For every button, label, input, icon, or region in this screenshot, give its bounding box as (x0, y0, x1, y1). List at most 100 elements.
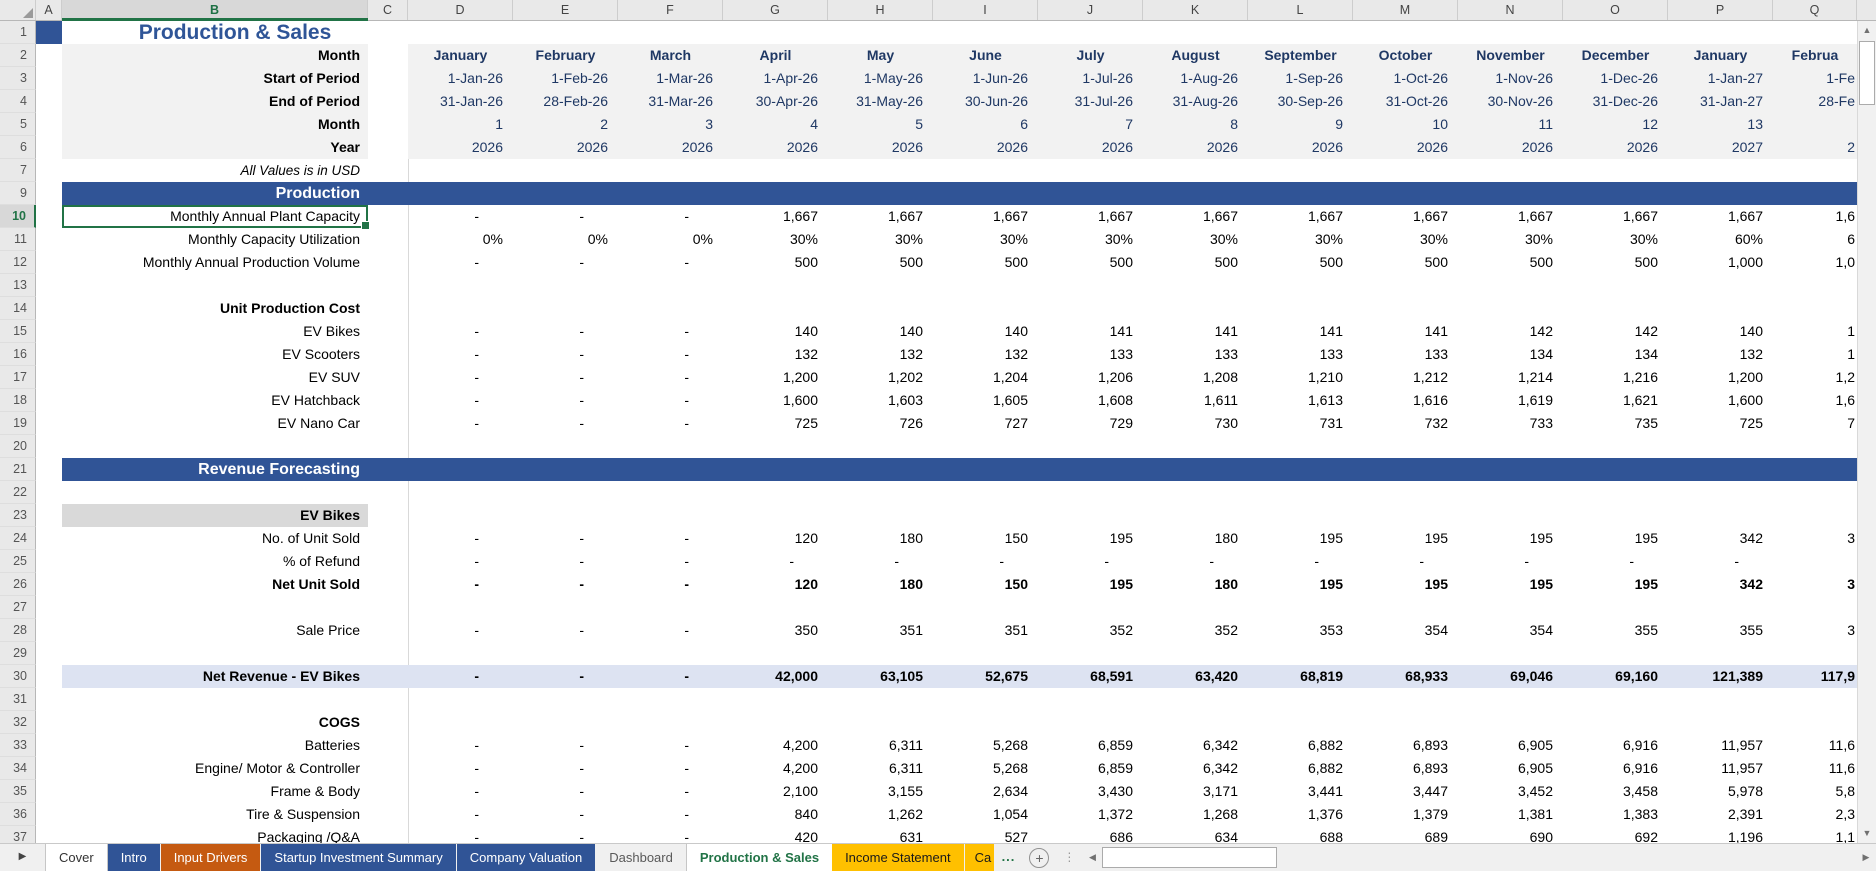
scroll-down-button[interactable]: ▼ (1858, 824, 1876, 843)
row-label[interactable]: EV Bikes (62, 320, 368, 343)
cell[interactable]: 353 (1248, 619, 1353, 642)
cell[interactable]: - (408, 550, 513, 573)
cell[interactable]: 2026 (828, 136, 933, 159)
cell[interactable]: 355 (1668, 619, 1773, 642)
cell[interactable]: 1,616 (1353, 389, 1458, 412)
cell[interactable]: 692 (1563, 826, 1668, 843)
row-label[interactable]: EV Hatchback (62, 389, 368, 412)
column-header-B[interactable]: B (62, 0, 368, 20)
hscroll-right-button[interactable]: ▶ (1856, 852, 1876, 863)
cell[interactable]: 1,6 (1773, 205, 1857, 228)
cell[interactable]: 6,882 (1248, 757, 1353, 780)
cell[interactable]: 1,196 (1668, 826, 1773, 843)
cell[interactable]: 68,591 (1038, 665, 1143, 688)
cell[interactable]: 5,268 (933, 757, 1038, 780)
row-header-30[interactable]: 30 (0, 665, 36, 688)
row-header-20[interactable]: 20 (0, 435, 36, 458)
cell[interactable]: 500 (1458, 251, 1563, 274)
cell[interactable]: - (513, 366, 618, 389)
cell[interactable]: 420 (723, 826, 828, 843)
cell[interactable]: 5,978 (1668, 780, 1773, 803)
cell[interactable]: 2026 (1248, 136, 1353, 159)
sheet-tab-cover[interactable]: Cover (46, 844, 108, 871)
cell[interactable]: - (408, 803, 513, 826)
cell[interactable]: 686 (1038, 826, 1143, 843)
cell[interactable]: 1,667 (828, 205, 933, 228)
cell[interactable]: 3 (1773, 573, 1857, 596)
cell[interactable]: 150 (933, 573, 1038, 596)
cell[interactable]: 1,667 (1668, 205, 1773, 228)
cell[interactable]: 1-Mar-26 (618, 67, 723, 90)
column-header-L[interactable]: L (1248, 0, 1353, 20)
cell[interactable]: June (933, 44, 1038, 67)
cell[interactable]: 2,391 (1668, 803, 1773, 826)
cell[interactable]: 195 (1248, 527, 1353, 550)
cell[interactable]: 1,605 (933, 389, 1038, 412)
cell[interactable]: 688 (1248, 826, 1353, 843)
hscroll-left-button[interactable]: ◀ (1082, 852, 1102, 863)
cell[interactable]: 9 (1248, 113, 1353, 136)
cell[interactable]: 6,882 (1248, 734, 1353, 757)
cell[interactable]: - (1563, 550, 1668, 573)
cell[interactable]: - (513, 619, 618, 642)
row-header-35[interactable]: 35 (0, 780, 36, 803)
cell[interactable]: 30-Sep-26 (1248, 90, 1353, 113)
cell[interactable]: 30% (828, 228, 933, 251)
cell[interactable]: - (1143, 550, 1248, 573)
cell[interactable]: 1,608 (1038, 389, 1143, 412)
cell[interactable]: 1,667 (1038, 205, 1143, 228)
cell[interactable]: Februa (1773, 44, 1857, 67)
column-header-G[interactable]: G (723, 0, 828, 20)
cell[interactable]: 2026 (1038, 136, 1143, 159)
cell[interactable]: November (1458, 44, 1563, 67)
row-header-22[interactable]: 22 (0, 481, 36, 504)
cell[interactable]: - (513, 757, 618, 780)
cell[interactable]: 12 (1563, 113, 1668, 136)
cell[interactable]: - (513, 573, 618, 596)
cell[interactable]: 133 (1038, 343, 1143, 366)
cell[interactable]: 2027 (1668, 136, 1773, 159)
cell[interactable]: 31-May-26 (828, 90, 933, 113)
cell[interactable]: 3,430 (1038, 780, 1143, 803)
cell[interactable]: 1,202 (828, 366, 933, 389)
cell[interactable]: 1,206 (1038, 366, 1143, 389)
cell[interactable]: 730 (1143, 412, 1248, 435)
cell[interactable]: 141 (1143, 320, 1248, 343)
cell[interactable]: 5,268 (933, 734, 1038, 757)
column-header-A[interactable]: A (36, 0, 62, 20)
cell[interactable]: 6 (1773, 228, 1857, 251)
row-label[interactable]: No. of Unit Sold (62, 527, 368, 550)
cell[interactable]: 117,9 (1773, 665, 1857, 688)
row-header-31[interactable]: 31 (0, 688, 36, 711)
sheet-tab-intro[interactable]: Intro (108, 844, 161, 871)
cell[interactable]: 2026 (408, 136, 513, 159)
cell[interactable]: 500 (1563, 251, 1668, 274)
cell[interactable]: August (1143, 44, 1248, 67)
cell[interactable]: 500 (1353, 251, 1458, 274)
cell[interactable]: 634 (1143, 826, 1248, 843)
row-header-34[interactable]: 34 (0, 757, 36, 780)
cell[interactable]: 3 (618, 113, 723, 136)
cell[interactable]: 2026 (723, 136, 828, 159)
cell[interactable]: January (1668, 44, 1773, 67)
cell[interactable]: - (408, 619, 513, 642)
cell[interactable]: 30-Jun-26 (933, 90, 1038, 113)
cell[interactable]: 1,210 (1248, 366, 1353, 389)
column-header-N[interactable]: N (1458, 0, 1563, 20)
sheet-tab-company-valuation[interactable]: Company Valuation (457, 844, 597, 871)
cell[interactable]: 1,603 (828, 389, 933, 412)
cell[interactable]: 195 (1353, 527, 1458, 550)
column-header-E[interactable]: E (513, 0, 618, 20)
cell[interactable]: 30-Apr-26 (723, 90, 828, 113)
cell[interactable]: - (408, 389, 513, 412)
cell[interactable]: 120 (723, 527, 828, 550)
row-label[interactable]: Sale Price (62, 619, 368, 642)
cell[interactable]: - (1248, 550, 1353, 573)
cell[interactable]: 6,311 (828, 734, 933, 757)
cell[interactable]: 2 (1773, 136, 1857, 159)
cell[interactable]: - (513, 343, 618, 366)
row-header-36[interactable]: 36 (0, 803, 36, 826)
cell[interactable]: 6,311 (828, 757, 933, 780)
cell[interactable]: 0% (618, 228, 723, 251)
cell[interactable]: - (618, 343, 723, 366)
